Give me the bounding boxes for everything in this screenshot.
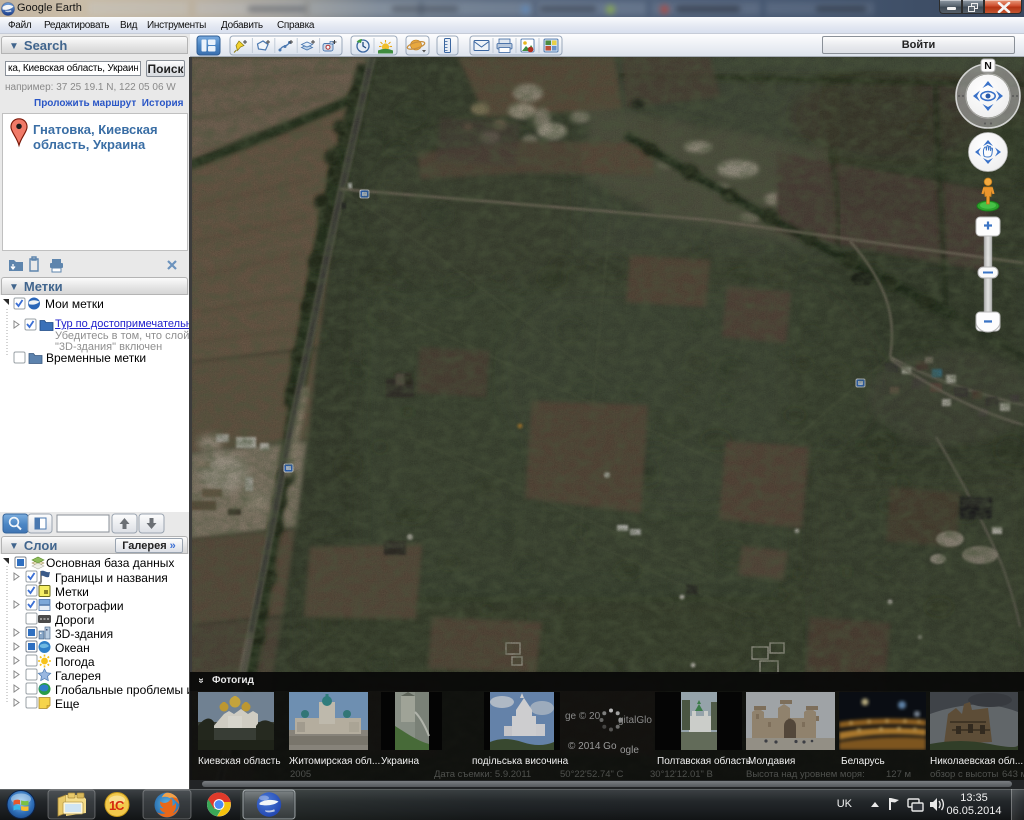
svg-text:С: С — [115, 798, 125, 813]
svg-text:N: N — [984, 60, 992, 72]
